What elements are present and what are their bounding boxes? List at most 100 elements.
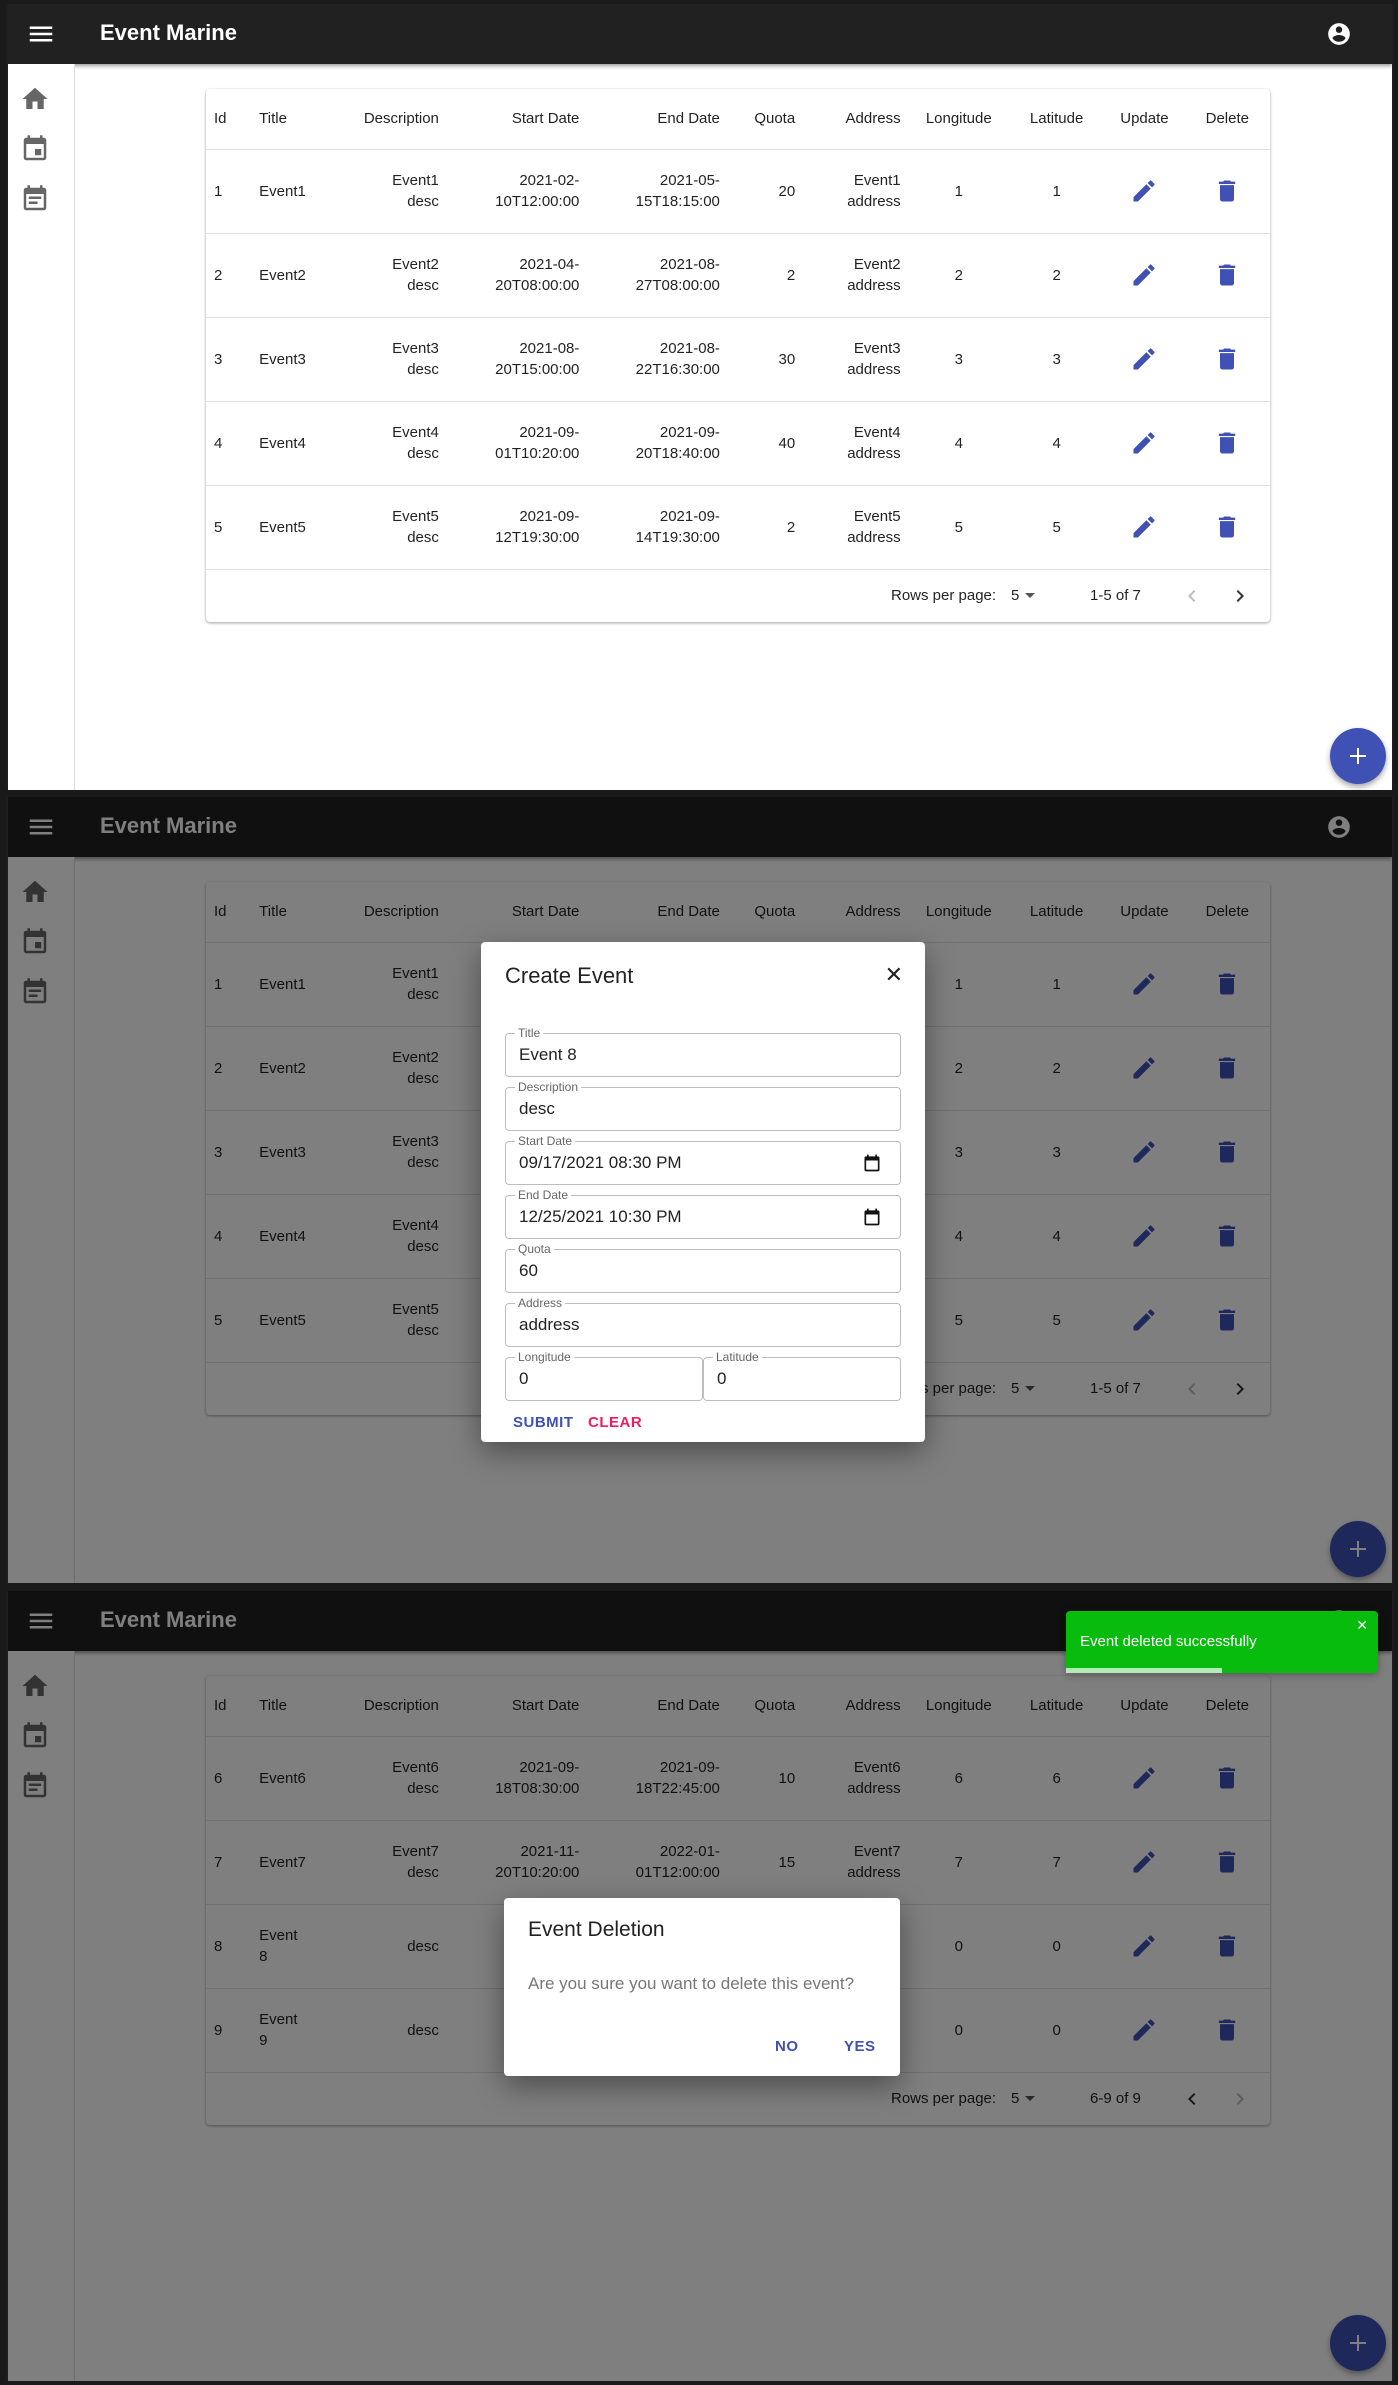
dialog-title: Event Deletion <box>528 1918 665 1941</box>
cell-description-line1: Event5 <box>392 508 439 525</box>
dialog-message: Are you sure you want to delete this eve… <box>528 1974 855 1993</box>
screen-event-list: Event Marine Id Title Description Start … <box>6 4 1394 790</box>
submit-button[interactable]: SUBMIT <box>513 1414 574 1431</box>
edit-icon[interactable] <box>1130 513 1158 541</box>
toast-message: Event deleted successfully <box>1080 1633 1257 1650</box>
events-table-card: Id Title Description Start Date End Date… <box>206 89 1270 622</box>
cell-title: Event2 <box>251 233 332 318</box>
close-icon[interactable]: ✕ <box>1356 1617 1368 1634</box>
longitude-field-value: 0 <box>519 1369 529 1388</box>
quota-field-value: 60 <box>519 1261 538 1280</box>
cell-start-date: 2021-09- 01T10:20:00 <box>446 401 588 486</box>
cell-title-line1: Event3 <box>259 350 306 368</box>
cell-title-line1: Event1 <box>259 182 306 200</box>
cell-description-line1: Event1 <box>392 172 439 189</box>
yes-button[interactable]: YES <box>844 2038 876 2055</box>
col-address: Address <box>803 89 909 150</box>
cell-update <box>1104 485 1185 570</box>
home-icon[interactable] <box>20 84 50 114</box>
screen-delete-event: Event Marine Id Title Description Start … <box>6 1591 1394 2381</box>
cell-end-date: 2021-08- 22T16:30:00 <box>587 317 728 402</box>
cell-update <box>1104 401 1185 486</box>
cell-address-line2: address <box>847 529 901 546</box>
col-longitude: Longitude <box>908 89 1009 150</box>
cell-id: 4 <box>206 401 252 486</box>
cell-start-date-line2: 20T15:00:00 <box>495 361 580 378</box>
longitude-field[interactable]: Longitude 0 <box>505 1350 703 1401</box>
quota-field[interactable]: Quota 60 <box>505 1242 901 1293</box>
col-latitude: Latitude <box>1008 89 1105 150</box>
cell-title: Event5 <box>251 485 332 570</box>
calendar-picker-icon[interactable] <box>862 1153 882 1173</box>
col-description: Description <box>331 89 447 150</box>
cell-address-line2: address <box>847 277 901 294</box>
delete-icon[interactable] <box>1213 177 1241 205</box>
end-date-field[interactable]: End Date 12/25/2021 10:30 PM <box>505 1188 901 1239</box>
table-pagination: Rows per page: 5 1-5 of 7 <box>206 570 1270 622</box>
calendar-icon[interactable] <box>20 134 50 164</box>
delete-icon[interactable] <box>1213 513 1241 541</box>
events-table: Id Title Description Start Date End Date… <box>206 89 1270 570</box>
account-circle-icon[interactable] <box>1326 21 1352 47</box>
cell-start-date: 2021-09- 12T19:30:00 <box>446 485 588 570</box>
cell-update <box>1104 233 1185 318</box>
chevron-right-icon[interactable] <box>1228 584 1252 608</box>
cell-end-date-line2: 20T18:40:00 <box>635 445 720 462</box>
cell-delete <box>1184 485 1270 570</box>
description-field[interactable]: Description desc <box>505 1080 901 1131</box>
toast-progress <box>1066 1668 1222 1673</box>
address-field[interactable]: Address address <box>505 1296 901 1347</box>
cell-longitude: 2 <box>908 233 1009 318</box>
cell-start-date: 2021-04- 20T08:00:00 <box>446 233 588 318</box>
end-date-field-value: 12/25/2021 10:30 PM <box>519 1207 682 1226</box>
cell-address: Event2 address <box>803 233 909 318</box>
cell-start-date-line2: 12T19:30:00 <box>495 529 580 546</box>
cell-latitude: 1 <box>1008 149 1105 234</box>
cell-end-date-line1: 2021-08- <box>659 256 720 273</box>
cell-latitude: 3 <box>1008 317 1105 402</box>
delete-icon[interactable] <box>1213 429 1241 457</box>
app-bar: Event Marine <box>8 4 1392 64</box>
rows-per-page-select[interactable]: 5 <box>1011 587 1036 604</box>
no-button[interactable]: NO <box>775 2038 799 2055</box>
title-field[interactable]: Title Event 8 <box>505 1026 901 1077</box>
latitude-field[interactable]: Latitude 0 <box>703 1350 901 1401</box>
col-start-date: Start Date <box>446 89 588 150</box>
col-delete: Delete <box>1184 89 1270 150</box>
delete-icon[interactable] <box>1213 261 1241 289</box>
cell-description: Event4 desc <box>331 401 447 486</box>
cell-delete <box>1184 401 1270 486</box>
cell-address-line1: Event2 <box>853 256 901 273</box>
delete-icon[interactable] <box>1213 345 1241 373</box>
cell-delete <box>1184 233 1270 318</box>
menu-icon[interactable] <box>26 19 56 49</box>
add-event-button[interactable] <box>1330 728 1386 784</box>
address-field-value: address <box>519 1315 580 1334</box>
edit-icon[interactable] <box>1130 429 1158 457</box>
col-quota: Quota <box>727 89 804 150</box>
cell-description: Event1 desc <box>331 149 447 234</box>
calendar-picker-icon[interactable] <box>862 1207 882 1227</box>
dropdown-caret-icon <box>1025 593 1036 599</box>
close-icon[interactable]: ✕ <box>885 962 903 988</box>
table-row: 3Event3Event3desc2021-08-20T15:00:002021… <box>206 317 1270 402</box>
cell-address-line1: Event1 <box>853 172 901 189</box>
edit-icon[interactable] <box>1130 261 1158 289</box>
chevron-left-icon[interactable] <box>1180 584 1204 608</box>
screen-create-event: Event Marine Id Title Description Start … <box>6 797 1394 1583</box>
clear-button[interactable]: CLEAR <box>588 1414 642 1431</box>
edit-icon[interactable] <box>1130 345 1158 373</box>
cell-end-date-line1: 2021-05- <box>659 172 720 189</box>
cell-update <box>1104 317 1185 402</box>
cell-start-date: 2021-08- 20T15:00:00 <box>446 317 588 402</box>
cell-description-line1: Event2 <box>392 256 439 273</box>
edit-icon[interactable] <box>1130 177 1158 205</box>
event-note-icon[interactable] <box>20 184 50 214</box>
cell-start-date-line1: 2021-09- <box>519 508 580 525</box>
start-date-field-label: Start Date <box>515 1134 576 1148</box>
cell-start-date-line2: 20T08:00:00 <box>495 277 580 294</box>
cell-end-date: 2021-08- 27T08:00:00 <box>587 233 728 318</box>
start-date-field[interactable]: Start Date 09/17/2021 08:30 PM <box>505 1134 901 1185</box>
latitude-field-label: Latitude <box>713 1350 762 1364</box>
cell-address: Event5 address <box>803 485 909 570</box>
